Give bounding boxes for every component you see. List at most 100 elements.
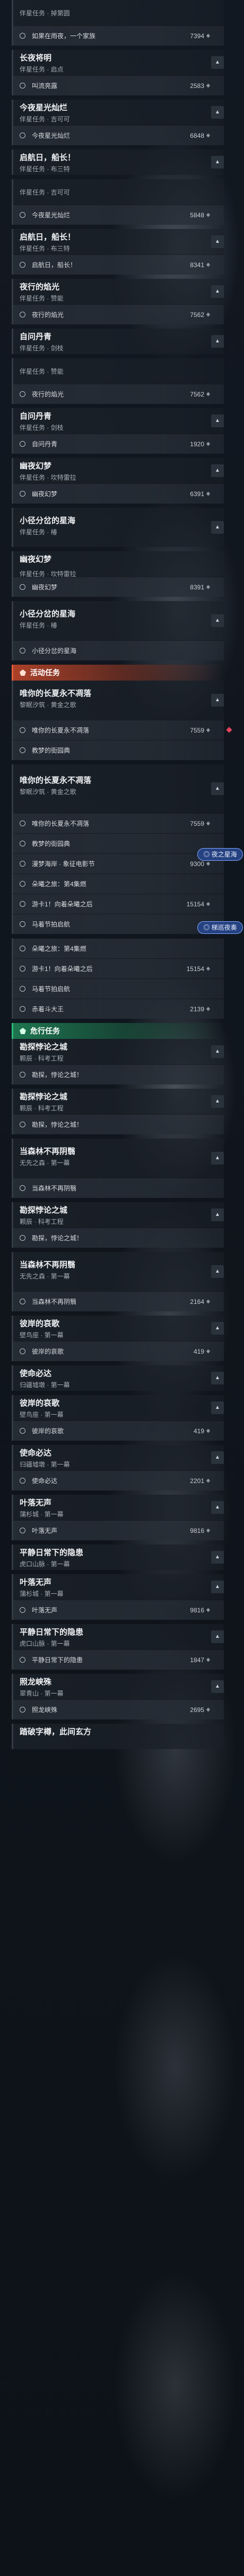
quest-card[interactable]: 夜行的焰光 伴星任务 · 赞能 ▲	[12, 279, 224, 304]
quest-step[interactable]: 勘探，悖论之城！	[12, 1228, 224, 1248]
quest-card[interactable]: 使命必达 归疆墟墩 · 第一幕 ▲	[12, 1445, 224, 1470]
quest-header[interactable]: 伴星任务 · 吉可可	[13, 179, 224, 205]
quest-step[interactable]: 马着节拍启航	[12, 914, 224, 934]
quest-header[interactable]: 照龙峡殊 翠青山 · 第一幕 ▲	[13, 1674, 224, 1699]
quest-header[interactable]: 夜行的焰光 伴星任务 · 赞能 ▲	[13, 279, 224, 304]
chevron-up-icon[interactable]: ▲	[211, 1680, 224, 1693]
quest-step[interactable]: 教梦的街园典	[12, 740, 224, 760]
quest-header[interactable]: 小径分岔的星海 伴星任务 · 椿 ▲	[13, 601, 224, 640]
quest-step-content[interactable]: 朵曦之旅：第4集燃	[13, 938, 224, 958]
quest-step[interactable]: 今夜星光灿烂 5848	[12, 205, 224, 225]
quest-header[interactable]: 勘探悖论之城 颗辰 · 科考工程 ▲	[13, 1039, 224, 1064]
quest-header[interactable]: 当森林不再阴翳 无先之森 · 第一幕 ▲	[13, 1139, 224, 1178]
quest-card[interactable]: 平静日常下的隐患 虎口山脉 · 第一幕 ▲	[12, 1624, 224, 1649]
quest-step[interactable]: 游卡1！向着朵曦之后 15154	[12, 958, 224, 978]
quest-step[interactable]: 幽夜幻梦 6391	[12, 483, 224, 504]
quest-card[interactable]: 平静日常下的隐患 虎口山脉 · 第一幕 ▲	[12, 1545, 224, 1570]
quest-step[interactable]: 朵曦之旅：第4集燃	[12, 938, 224, 958]
quest-step-content[interactable]: 夜行的焰光 7562	[13, 384, 224, 404]
quest-header[interactable]: 勘探悖论之城 颗辰 · 科考工程 ▲	[13, 1089, 224, 1114]
quest-step-content[interactable]: 唯你的长夏永不凋落 7559	[13, 813, 224, 833]
quest-step[interactable]: 唯你的长夏永不凋落 7559	[12, 720, 232, 740]
quest-step[interactable]: 唯你的长夏永不凋落 7559	[12, 813, 224, 833]
quest-step-content[interactable]: 游卡1！向着朵曦之后 15154	[13, 958, 224, 978]
quest-step[interactable]: 赤着斗大王 2139	[12, 999, 224, 1019]
quest-header[interactable]: 使命必达 归疆墟墩 · 第一幕 ▲	[13, 1365, 224, 1391]
chevron-up-icon[interactable]: ▲	[211, 1451, 224, 1464]
quest-step-content[interactable]: 自问丹青 1920	[13, 434, 224, 454]
quest-step-content[interactable]: 幽夜幻梦 8391	[13, 577, 224, 597]
chevron-up-icon[interactable]: ▲	[211, 335, 224, 348]
quest-step-content[interactable]: 教梦的街园典	[13, 740, 224, 760]
quest-card[interactable]: 唯你的长夏永不凋落 黎眠汐筑 · 黄金之歌 ▲	[12, 681, 224, 720]
quest-card[interactable]: 唯你的长夏永不凋落 黎眠汐筑 · 黄金之歌 ▲	[12, 764, 224, 813]
quest-step[interactable]: 叶落无声 9816	[12, 1600, 224, 1620]
chevron-up-icon[interactable]: ▲	[211, 285, 224, 298]
quest-step[interactable]: 幽夜幻梦 8391	[12, 577, 224, 597]
quest-header[interactable]: 叶落无声 蒲杉城 · 第一幕 ▲	[13, 1574, 224, 1600]
quest-step-content[interactable]: 彼岸的哀歌 419	[13, 1421, 224, 1441]
quest-step[interactable]: 启航日，船长！ 8341	[12, 254, 224, 275]
quest-step-content[interactable]: 平静日常下的隐患 1847	[13, 1649, 224, 1670]
quest-card[interactable]: 勘探悖论之城 颗辰 · 科考工程 ▲	[12, 1202, 224, 1228]
quest-card[interactable]: 伴星任务 · 赞能	[12, 358, 224, 384]
quest-step-content[interactable]: 勘探，悖论之城！	[13, 1228, 224, 1248]
quest-card[interactable]: 自问丹青 伴星任务 · 剑枝 ▲	[12, 329, 224, 354]
quest-step[interactable]: 游卡1！向着朵曦之后 15154	[12, 894, 224, 914]
quest-step[interactable]: 朵曦之旅：第4集燃	[12, 874, 224, 894]
quest-card[interactable]: 勘探悖论之城 颗辰 · 科考工程 ▲	[12, 1089, 224, 1114]
quest-card[interactable]: 彼岸的哀歌 壁鸟座 · 第一幕 ▲	[12, 1316, 224, 1341]
quest-step-content[interactable]: 叫流亮露 2583	[13, 75, 224, 95]
quest-step-content[interactable]: 朵曦之旅：第4集燃	[13, 874, 224, 894]
quest-step-content[interactable]: 使命必达 2201	[13, 1470, 224, 1490]
quest-header[interactable]: 平静日常下的隐患 虎口山脉 · 第一幕 ▲	[13, 1545, 224, 1570]
quest-step[interactable]: 照龙峡殊 2695	[12, 1699, 224, 1719]
quest-header[interactable]: 唯你的长夏永不凋落 黎眠汐筑 · 黄金之歌 ▲	[13, 764, 224, 813]
quest-step[interactable]: 平静日常下的隐患 1847	[12, 1649, 224, 1670]
quest-header[interactable]: 伴星任务 · 掉第圆	[13, 0, 224, 25]
quest-step[interactable]: 夜行的焰光 7562	[12, 304, 224, 324]
chevron-up-icon[interactable]: ▲	[211, 614, 224, 627]
quest-header[interactable]: 平静日常下的隐患 虎口山脉 · 第一幕 ▲	[13, 1624, 224, 1649]
quest-header[interactable]: 幽夜幻梦 伴星任务 · 坎特雷拉	[13, 551, 224, 578]
quest-step-content[interactable]: 小径分岔的星海	[13, 640, 224, 660]
quest-header[interactable]: 彼岸的哀歌 壁鸟座 · 第一幕 ▲	[13, 1316, 224, 1341]
quest-header[interactable]: 今夜星光灿烂 伴星任务 · 吉可可 ▲	[13, 100, 224, 125]
quest-card[interactable]: 幽夜幻梦 伴星任务 · 坎特雷拉 ▲	[12, 458, 224, 483]
quest-step-content[interactable]: 赤着斗大王 2139	[13, 999, 224, 1019]
quest-card[interactable]: 当森林不再阴翳 无先之森 · 第一幕 ▲	[12, 1252, 224, 1291]
quest-step-content[interactable]: 彼岸的哀歌 419	[13, 1341, 224, 1361]
quest-step[interactable]: 当森林不再阴翳	[12, 1178, 224, 1198]
quest-header[interactable]: 踏破字樽，此间玄方	[13, 1724, 224, 1749]
chevron-up-icon[interactable]: ▲	[211, 1265, 224, 1278]
quest-header[interactable]: 小径分岔的星海 伴星任务 · 椿 ▲	[13, 508, 224, 547]
quest-card[interactable]: 长夜将明 伴星任务 · 启点 ▲	[12, 50, 224, 75]
quest-step-content[interactable]: 勘探，悖论之城！	[13, 1064, 224, 1084]
quest-step[interactable]: 勘探，悖论之城！	[12, 1064, 224, 1084]
quest-step-content[interactable]: 漫梦海岸 · 象征电影节 9300	[13, 853, 224, 874]
quest-step-content[interactable]: 叶落无声 9816	[13, 1600, 224, 1620]
quest-step[interactable]: 勘探，悖论之城！	[12, 1114, 224, 1134]
chevron-up-icon[interactable]: ▲	[211, 156, 224, 169]
quest-step-content[interactable]: 唯你的长夏永不凋落 7559	[13, 720, 224, 740]
quest-step[interactable]: 今夜星光灿烂 6848	[12, 125, 224, 145]
quest-step[interactable]: 小径分岔的星海	[12, 640, 224, 660]
quest-step-content[interactable]: 当森林不再阴翳 2164	[13, 1291, 224, 1311]
chevron-up-icon[interactable]: ▲	[211, 694, 224, 707]
quest-step-content[interactable]: 游卡1！向着朵曦之后 15154	[13, 894, 224, 914]
quest-header[interactable]: 幽夜幻梦 伴星任务 · 坎特雷拉 ▲	[13, 458, 224, 483]
quest-step[interactable]: 彼岸的哀歌 419	[12, 1341, 224, 1361]
chevron-up-icon[interactable]: ▲	[211, 1630, 224, 1643]
quest-step-content[interactable]: 当森林不再阴翳	[13, 1178, 224, 1198]
floating-badge[interactable]: ◎ 夜之星海	[197, 848, 243, 861]
quest-card[interactable]: 伴星任务 · 掉第圆	[12, 0, 224, 25]
chevron-up-icon[interactable]: ▲	[211, 1401, 224, 1414]
quest-card[interactable]: 使命必达 归疆墟墩 · 第一幕 ▲	[12, 1365, 224, 1391]
quest-card[interactable]: 照龙峡殊 翠青山 · 第一幕 ▲	[12, 1674, 224, 1699]
quest-header[interactable]: 启航日，船长！ 伴星任务 · 布三特 ▲	[13, 149, 224, 175]
quest-card[interactable]: 勘探悖论之城 颗辰 · 科考工程 ▲	[12, 1039, 224, 1064]
quest-header[interactable]: 叶落无声 蒲杉城 · 第一幕 ▲	[13, 1495, 224, 1520]
chevron-up-icon[interactable]: ▲	[211, 521, 224, 534]
quest-step-content[interactable]: 夜行的焰光 7562	[13, 304, 224, 324]
quest-step-content[interactable]: 叶落无声 9816	[13, 1520, 224, 1540]
